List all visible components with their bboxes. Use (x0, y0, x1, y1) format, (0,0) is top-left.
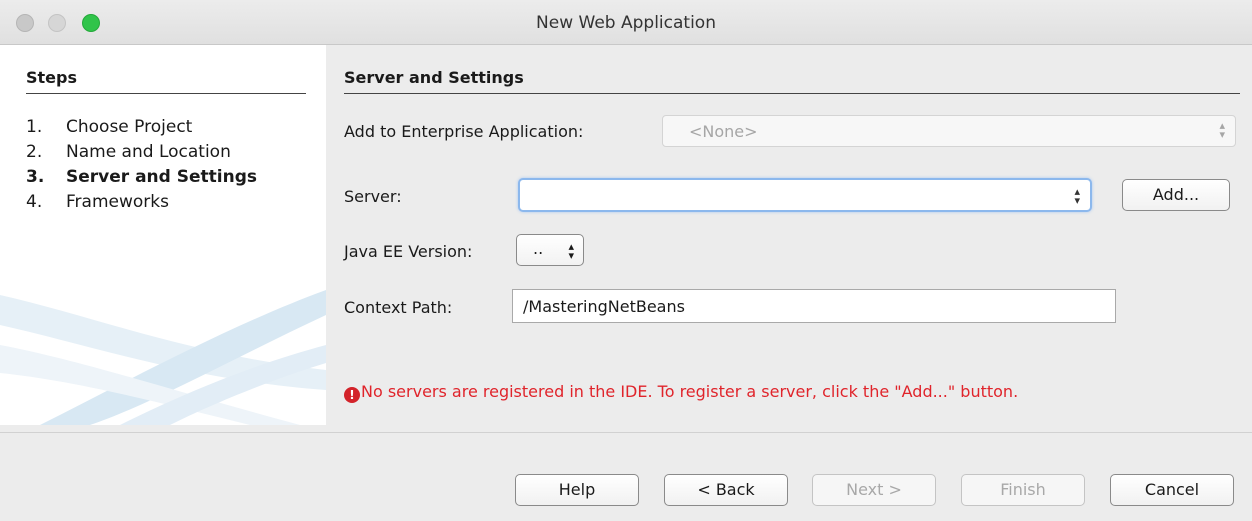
enterprise-application-label: Add to Enterprise Application: (344, 122, 584, 141)
java-ee-version-value: .. (533, 239, 544, 258)
updown-arrows-icon: ▴ ▾ (1219, 119, 1225, 141)
footer-divider (0, 432, 1252, 433)
back-button[interactable]: < Back (664, 474, 788, 506)
step-choose-project: 1. Choose Project (26, 117, 193, 137)
server-label: Server: (344, 187, 402, 206)
enterprise-application-select[interactable]: <None> ▴ ▾ (662, 115, 1236, 147)
server-select[interactable]: ▴ ▾ (518, 178, 1092, 212)
help-button[interactable]: Help (515, 474, 639, 506)
window-title: New Web Application (536, 13, 716, 33)
step-server-and-settings: 3. Server and Settings (26, 167, 257, 187)
java-ee-version-select[interactable]: .. ▴ ▾ (516, 234, 584, 266)
updown-arrows-icon: ▴ ▾ (1074, 185, 1080, 207)
context-path-label: Context Path: (344, 298, 453, 317)
java-ee-version-label: Java EE Version: (344, 242, 473, 261)
step-name-and-location: 2. Name and Location (26, 142, 231, 162)
error-message: ! No servers are registered in the IDE. T… (344, 382, 1018, 403)
steps-list: 1. Choose Project 2. Name and Location 3. S… (26, 115, 257, 215)
error-icon: ! (344, 387, 360, 403)
decorative-swoosh-graphic (0, 290, 326, 425)
context-path-input[interactable] (512, 289, 1116, 323)
new-web-application-dialog: New Web Application Steps 1. Choose Proje… (0, 0, 1252, 521)
finish-button[interactable]: Finish (961, 474, 1085, 506)
step-frameworks: 4. Frameworks (26, 192, 169, 212)
add-server-button[interactable]: Add... (1122, 179, 1230, 211)
section-header: Server and Settings (344, 68, 1240, 94)
title-bar: New Web Application (0, 0, 1252, 45)
updown-arrows-icon: ▴ ▾ (568, 240, 574, 262)
enterprise-application-value: <None> (689, 122, 758, 141)
steps-panel: Steps 1. Choose Project 2. Name and Locati… (0, 45, 326, 425)
cancel-button[interactable]: Cancel (1110, 474, 1234, 506)
next-button[interactable]: Next > (812, 474, 936, 506)
error-text: No servers are registered in the IDE. To… (361, 382, 1019, 401)
steps-header: Steps (26, 68, 306, 94)
